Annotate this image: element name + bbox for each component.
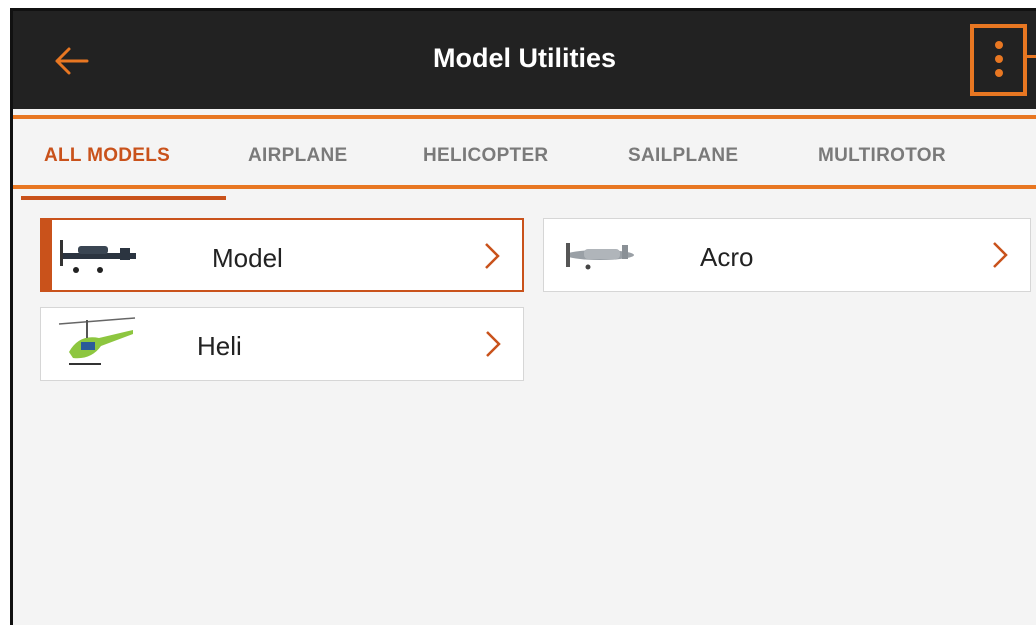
chevron-right-icon — [486, 331, 501, 357]
model-card-acro[interactable]: Acro — [543, 218, 1031, 292]
callout-line — [1027, 55, 1036, 58]
model-name: Acro — [700, 242, 754, 272]
chevron-right-icon — [485, 243, 500, 269]
chevron-right-icon — [993, 242, 1008, 268]
tabs-highlight-box — [13, 115, 1036, 189]
page-title: Model Utilities — [432, 43, 616, 73]
selected-indicator — [42, 220, 52, 290]
category-tabs: ALL MODELS AIRPLANE HELICOPTER SAILPLANE… — [13, 109, 1036, 205]
model-name: Heli — [197, 331, 242, 361]
active-tab-indicator — [21, 196, 226, 200]
model-card-heli[interactable]: Heli — [40, 307, 524, 381]
app-screen: Model Utilities ALL MODELS AIRPLANE HELI… — [10, 8, 1036, 625]
p51-airplane-photo — [558, 223, 642, 287]
menu-highlight-box — [970, 24, 1027, 96]
app-bar: Model Utilities — [13, 11, 1036, 109]
model-card-model[interactable]: Model — [40, 218, 524, 292]
green-helicopter-photo — [55, 312, 139, 376]
model-name: Model — [212, 243, 283, 273]
warbird-airplane-photo — [56, 224, 140, 288]
